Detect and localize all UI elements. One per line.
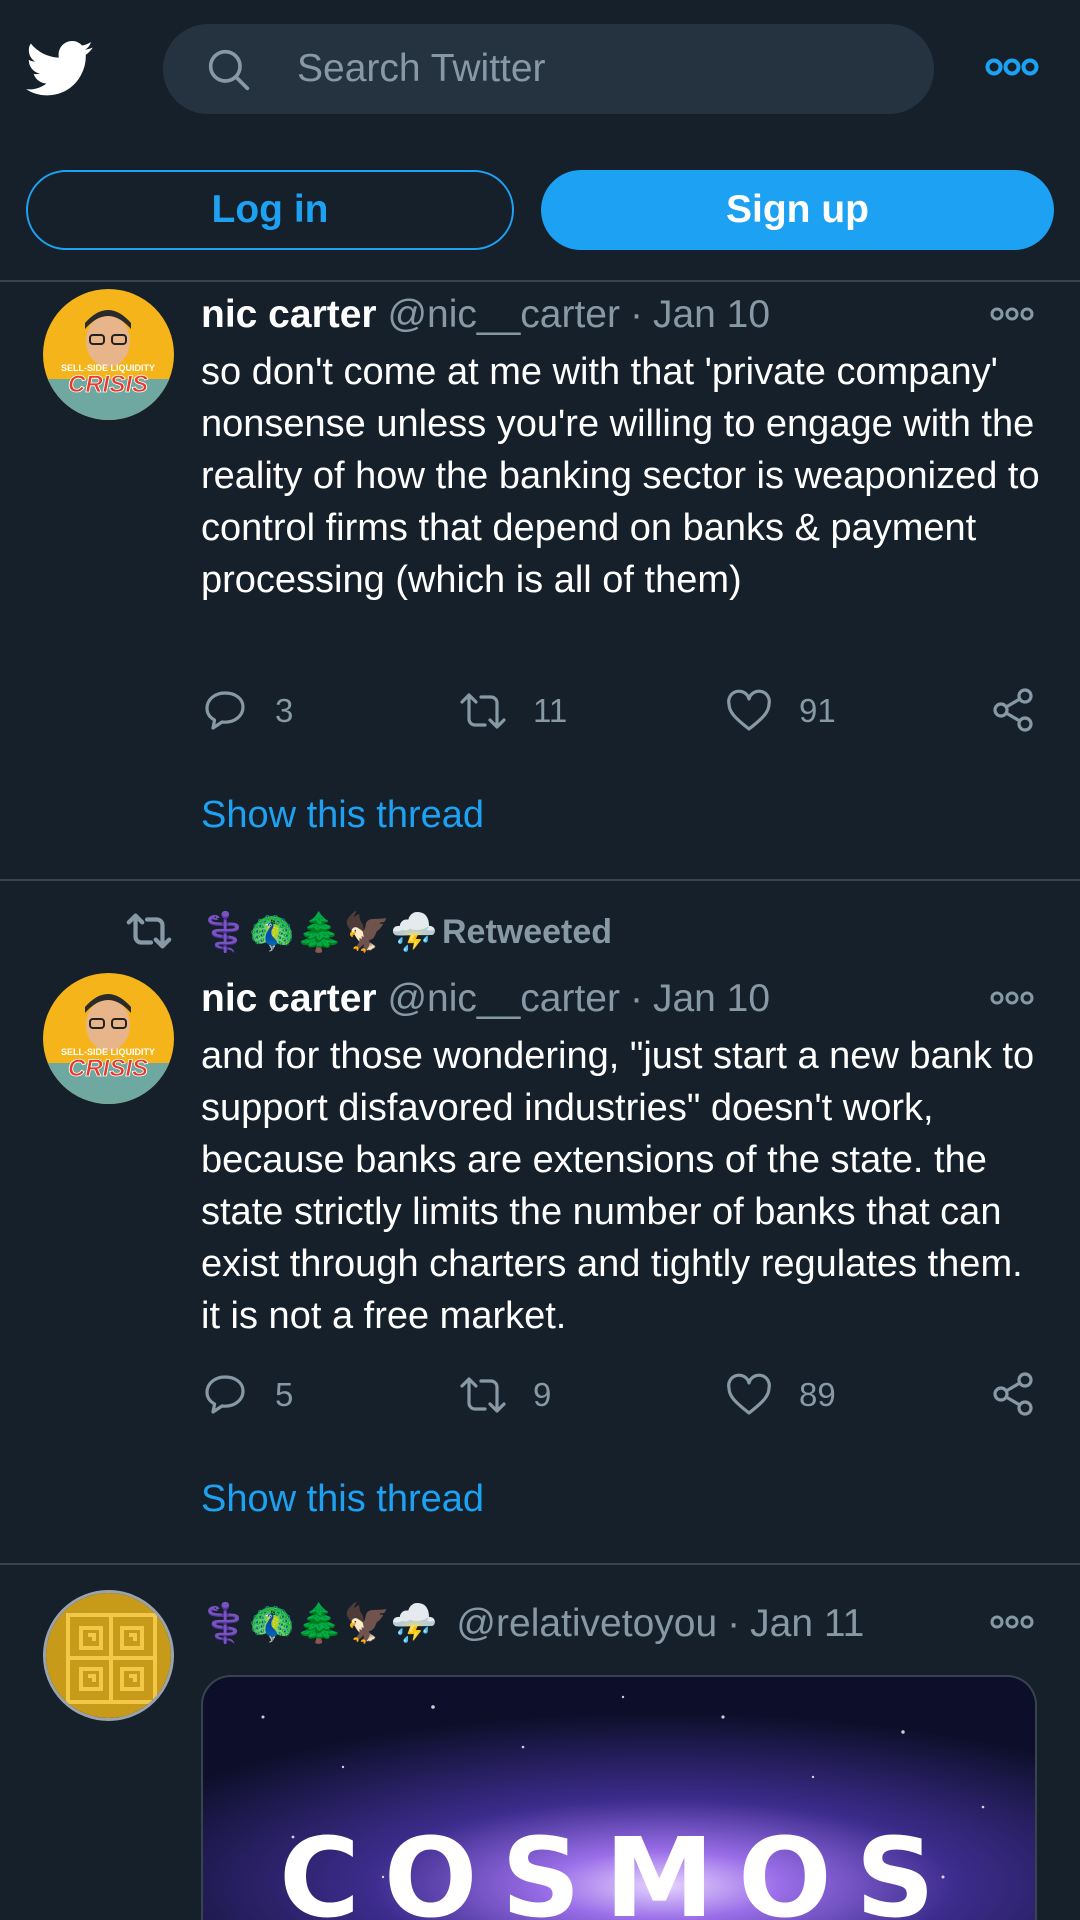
retweet-icon (126, 913, 172, 949)
reply-button[interactable]: 3 (201, 686, 293, 736)
tweet-divider (0, 879, 1080, 881)
tweet-more-icon[interactable] (990, 988, 1034, 1008)
retweet-button[interactable]: 11 (459, 686, 567, 736)
display-name[interactable]: nic carter (201, 977, 377, 1020)
header-divider (0, 280, 1080, 282)
retweet-icon (460, 693, 506, 729)
share-icon[interactable] (989, 1370, 1037, 1418)
user-handle[interactable]: @nic__carter (387, 977, 620, 1020)
show-thread-link[interactable]: Show this thread (201, 1478, 484, 1521)
reply-icon (205, 1375, 245, 1414)
tweet-actions: 3 11 91 (201, 686, 1041, 736)
tweet-text: and for those wondering, "just start a n… (201, 1035, 1035, 1337)
tweet-header: ⚕️🦚🌲🦅⛈️ @relativetoyou · Jan 11 (201, 1600, 864, 1647)
tweet-actions: 5 9 89 (201, 1370, 1041, 1420)
display-name[interactable]: nic carter (201, 293, 377, 336)
search-input[interactable] (297, 24, 897, 114)
tweet-header: nic carter @nic__carter · Jan 10 (201, 976, 770, 1022)
retweeted-label: Retweeted (442, 913, 613, 951)
login-button[interactable]: Log in (26, 170, 514, 250)
reply-icon (205, 691, 245, 730)
tweet-more-icon[interactable] (990, 304, 1034, 324)
display-name[interactable]: ⚕️🦚🌲🦅⛈️ (201, 1601, 438, 1645)
user-handle[interactable]: @nic__carter (387, 293, 620, 336)
retweet-icon (460, 1377, 506, 1413)
reply-count: 5 (275, 1376, 294, 1413)
retweet-count: 11 (533, 692, 568, 729)
tweet-header: nic carter @nic__carter · Jan 10 (201, 292, 770, 338)
separator: · (727, 1602, 741, 1645)
svg-text:CRISIS: CRISIS (68, 371, 148, 398)
like-count: 91 (799, 692, 836, 729)
heart-icon (727, 1373, 771, 1415)
tweet-more-icon[interactable] (990, 1612, 1034, 1632)
retweeted-indicator: ⚕️🦚🌲🦅⛈️ Retweeted (0, 907, 1080, 957)
avatar-image (46, 1593, 171, 1718)
tweet-media[interactable]: COSMOS (201, 1675, 1037, 1920)
tweet-date[interactable]: Jan 10 (653, 977, 770, 1020)
show-thread-link[interactable]: Show this thread (201, 794, 484, 837)
separator: · (629, 293, 643, 336)
retweeter-name[interactable]: ⚕️🦚🌲🦅⛈️ (201, 907, 438, 957)
avatar[interactable]: SELL-SIDE LIQUIDITY CRISIS (43, 973, 174, 1104)
heart-icon (727, 689, 771, 731)
more-options-icon[interactable] (985, 55, 1039, 79)
top-bar (0, 0, 1080, 140)
tweet-date[interactable]: Jan 10 (653, 293, 770, 336)
avatar[interactable]: SELL-SIDE LIQUIDITY CRISIS (43, 289, 174, 420)
tweet-divider (0, 1563, 1080, 1565)
avatar-image: SELL-SIDE LIQUIDITY CRISIS (43, 973, 174, 1104)
avatar-image: SELL-SIDE LIQUIDITY CRISIS (43, 289, 174, 420)
tweet-date[interactable]: Jan 11 (750, 1602, 864, 1645)
separator: · (629, 977, 643, 1020)
auth-buttons: Log in Sign up (0, 170, 1080, 250)
share-icon[interactable] (989, 686, 1037, 734)
retweet-count: 9 (533, 1376, 552, 1413)
reply-button[interactable]: 5 (201, 1370, 293, 1420)
search-box[interactable] (163, 24, 934, 114)
avatar[interactable] (43, 1590, 174, 1721)
svg-text:CRISIS: CRISIS (68, 1055, 148, 1082)
search-icon (208, 49, 250, 91)
retweet-button[interactable]: 9 (459, 1370, 551, 1420)
signup-button[interactable]: Sign up (541, 170, 1054, 250)
like-button[interactable]: 89 (725, 1370, 836, 1420)
media-title: COSMOS (279, 1814, 959, 1920)
like-count: 89 (799, 1376, 836, 1413)
reply-count: 3 (275, 692, 294, 729)
user-handle[interactable]: @relativetoyou (456, 1602, 717, 1645)
tweet-text: so don't come at me with that 'private c… (201, 351, 1040, 601)
like-button[interactable]: 91 (725, 686, 836, 736)
twitter-logo-icon[interactable] (26, 40, 94, 98)
